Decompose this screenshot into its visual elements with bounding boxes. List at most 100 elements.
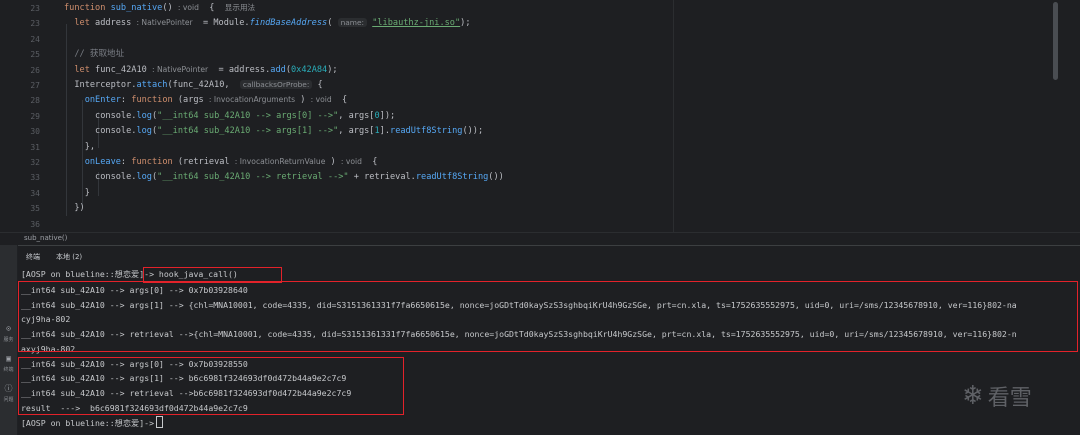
- code-line: onLeave: function (retrieval : Invocatio…: [64, 156, 378, 168]
- line-number: 32: [30, 158, 40, 167]
- line-number: 36: [30, 219, 40, 229]
- tab-terminal[interactable]: 终端: [26, 252, 40, 262]
- code-token: );: [327, 64, 338, 75]
- code-editor[interactable]: 23 23 24 25 26 27 28 29 30 31 32 33 34 35 36 function …: [0, 0, 1080, 232]
- code-token: console.: [64, 110, 137, 121]
- watermark-text: 看雪: [987, 386, 1032, 411]
- code-token: : InvocationReturnValue: [234, 157, 326, 166]
- code-token: },: [64, 141, 96, 152]
- line-number: 31: [30, 142, 40, 152]
- snowflake-icon: ❄: [962, 381, 984, 411]
- line-number: 30: [30, 127, 40, 137]
- code-line: console.log("__int64 sub_42A10 --> args[…: [64, 125, 483, 137]
- code-line: onEnter: function (args : InvocationArgu…: [64, 94, 348, 106]
- code-token: ()): [488, 172, 504, 183]
- line-number: 28: [30, 96, 40, 106]
- line-number: 34: [30, 188, 40, 198]
- code-token: (func_42A10,: [167, 80, 240, 90]
- highlight-box-first-call: [18, 281, 1078, 352]
- terminal-final-prompt[interactable]: [AOSP on blueline::想恋爱]->: [21, 416, 164, 428]
- terminal-icon[interactable]: ▣: [3, 353, 14, 364]
- code-token: readUtf8String: [415, 172, 489, 183]
- code-token: :: [120, 157, 132, 167]
- code-token: (retrieval: [177, 157, 235, 167]
- code-token: (args: [177, 95, 209, 106]
- code-line: console.log("__int64 sub_42A10 --> args[…: [64, 110, 395, 122]
- code-line: }): [64, 202, 85, 214]
- code-line: console.log("__int64 sub_42A10 --> retri…: [64, 171, 504, 183]
- line-number: 23: [30, 19, 40, 29]
- code-token: sub_native: [110, 3, 163, 13]
- terminal-tab-bar: 终端 本地 (2): [18, 245, 1080, 267]
- problems-label: 问题: [3, 397, 14, 403]
- code-token: "__int64 sub_42A10 --> retrieval -->": [157, 172, 349, 183]
- code-token: "libauthz-jni.so": [372, 18, 461, 29]
- final-prompt-text: [AOSP on blueline::想恋爱]->: [21, 418, 155, 428]
- code-token: (: [327, 18, 338, 29]
- terminal-label: 终端: [3, 367, 14, 373]
- code-token: console.: [64, 172, 137, 183]
- highlight-box-second-call: [18, 357, 404, 415]
- text-cursor: [156, 416, 164, 428]
- code-token: Interceptor.: [64, 80, 137, 90]
- code-token: ): [325, 157, 341, 167]
- line-number: 23: [30, 4, 40, 13]
- code-token: findBaseAddress: [249, 18, 328, 29]
- code-token: func_42A10: [95, 64, 152, 75]
- code-token: readUtf8String: [390, 126, 463, 137]
- code-line: let address : NativePointer = Module.fin…: [64, 17, 471, 29]
- code-token: function: [131, 157, 178, 167]
- code-token: attach: [136, 80, 168, 90]
- line-number: 29: [30, 111, 40, 121]
- code-token: log: [136, 126, 152, 137]
- tool-window-strip: ⊙ 服务 ▣ 终端 ⓘ 问题: [0, 245, 17, 435]
- problems-icon[interactable]: ⓘ: [3, 383, 14, 394]
- code-token: onEnter: [64, 95, 121, 106]
- code-token: (): [162, 3, 178, 13]
- code-token: {: [312, 80, 323, 90]
- breadcrumb[interactable]: sub_native(): [0, 232, 1080, 245]
- code-line: }: [64, 187, 90, 199]
- code-token: log: [136, 172, 152, 183]
- line-number: 33: [30, 173, 40, 183]
- code-token: : void: [340, 157, 362, 166]
- code-token: add: [270, 64, 286, 75]
- code-token: 0x42A84: [291, 64, 328, 75]
- code-token: : NativePointer: [151, 64, 209, 74]
- line-number: 27: [30, 81, 40, 90]
- code-token: ]);: [379, 110, 396, 121]
- code-token: function: [64, 3, 111, 13]
- code-token: onLeave: [64, 157, 121, 167]
- breadcrumb-function[interactable]: sub_native(): [24, 234, 67, 242]
- code-line: },: [64, 141, 95, 153]
- code-token: + retrieval.: [348, 172, 416, 183]
- code-token: address: [95, 18, 137, 29]
- code-token: callbacksOrProbe:: [239, 80, 313, 89]
- code-token: , args[: [338, 110, 375, 121]
- services-icon[interactable]: ⊙: [3, 323, 14, 334]
- code-token: : void: [310, 95, 332, 105]
- code-token: {: [331, 95, 348, 106]
- code-token: );: [460, 18, 471, 29]
- code-token: : void: [177, 3, 199, 12]
- terminal-output[interactable]: [AOSP on blueline::想恋爱]-> hook_java_call…: [18, 265, 1080, 435]
- code-token: ].: [379, 126, 391, 137]
- code-token: ): [295, 95, 311, 106]
- code-token: : NativePointer: [136, 18, 193, 28]
- code-line: function sub_native() : void { 显示用法: [64, 2, 255, 14]
- line-number: 25: [30, 50, 40, 60]
- code-token: // 获取地址: [64, 49, 125, 60]
- right-margin-guide: [673, 0, 674, 232]
- code-token: console.: [64, 126, 137, 137]
- code-token: 显示用法: [224, 3, 256, 12]
- code-token: }: [64, 187, 90, 198]
- editor-scrollbar[interactable]: [1053, 2, 1058, 80]
- line-number: 26: [30, 65, 40, 75]
- code-token: log: [136, 110, 152, 121]
- services-label: 服务: [3, 337, 14, 343]
- code-token: }): [64, 203, 85, 214]
- code-token: , args[: [338, 126, 375, 137]
- watermark-logo: ❄ 看雪: [962, 380, 1032, 412]
- line-number: 35: [30, 204, 40, 214]
- code-line: Interceptor.attach(func_42A10, callbacks…: [64, 79, 323, 91]
